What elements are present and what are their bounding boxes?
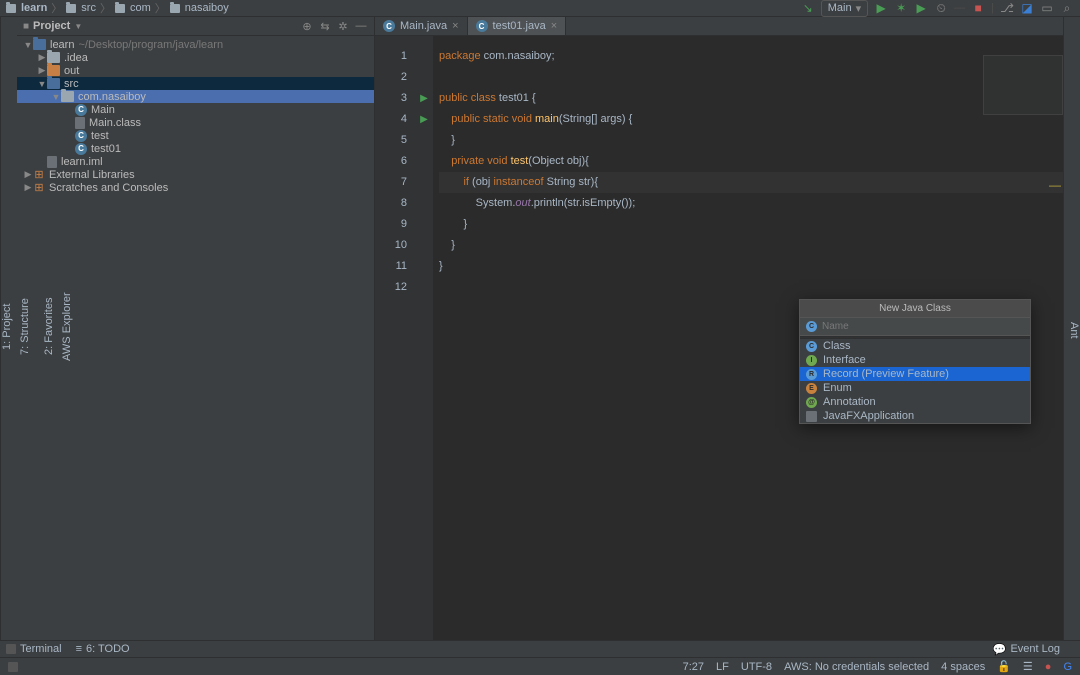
search-icon[interactable]: ⌕ — [1060, 1, 1074, 15]
class-icon: C — [806, 321, 817, 332]
run-coverage-icon[interactable]: ▶ — [914, 1, 928, 15]
popup-name-row: C — [800, 318, 1030, 336]
folder-icon — [170, 4, 180, 13]
editor-area: CMain.java×Ctest01.java× 123456789101112… — [375, 17, 1063, 640]
new-class-popup: New Java Class C CClassIInterfaceRRecord… — [799, 299, 1031, 424]
tool-ant[interactable]: Ant — [1068, 319, 1080, 342]
breadcrumb[interactable]: learn 〉 src 〉 com 〉 nasaiboy — [6, 0, 229, 16]
minimap[interactable] — [983, 55, 1063, 115]
file-encoding[interactable]: UTF-8 — [741, 661, 772, 673]
readonly-icon[interactable]: 🔓 — [997, 660, 1011, 673]
tool-aws[interactable]: AWS Explorer — [61, 289, 73, 364]
line-separator[interactable]: LF — [716, 661, 729, 673]
editor-tab[interactable]: CMain.java× — [375, 17, 468, 35]
run-config-label: Main — [828, 2, 852, 14]
editor-tab[interactable]: Ctest01.java× — [468, 17, 567, 35]
tree-node[interactable]: ⊞Scratches and Consoles — [17, 181, 374, 194]
tree-node[interactable]: Ctest01 — [17, 142, 374, 155]
select-opened-icon[interactable]: ⇆ — [318, 19, 332, 33]
todo-button[interactable]: ≡6: TODO — [76, 643, 130, 655]
tool-favorites[interactable]: 2: Favorites — [43, 295, 55, 358]
collapse-icon[interactable]: ⊕ — [300, 19, 314, 33]
tree-node[interactable]: ⊞External Libraries — [17, 168, 374, 181]
ide-icon[interactable]: ▭ — [1040, 1, 1054, 15]
profile-icon[interactable]: ⏲ — [934, 1, 948, 15]
tree-node[interactable]: out — [17, 64, 374, 77]
breadcrumb-item[interactable]: com — [130, 2, 151, 14]
close-tab-icon[interactable]: × — [452, 20, 458, 32]
folder-icon — [115, 4, 125, 13]
popup-kind-item[interactable]: @Annotation — [800, 395, 1030, 409]
navigation-bar: learn 〉 src 〉 com 〉 nasaiboy ↘ Main ▾ ▶ … — [0, 0, 1080, 17]
warning-icon[interactable]: — — [1049, 175, 1061, 196]
breadcrumb-root[interactable]: learn — [21, 2, 47, 14]
folder-icon — [6, 4, 16, 13]
left-tool-strip: 1: Project 7: Structure 2: Favorites AWS… — [0, 17, 17, 640]
breadcrumb-item[interactable]: src — [81, 2, 96, 14]
tree-node[interactable]: CMain — [17, 103, 374, 116]
settings-icon[interactable]: ✲ — [336, 19, 350, 33]
editor-tabs: CMain.java×Ctest01.java× — [375, 17, 1063, 36]
update-icon[interactable]: ◪ — [1020, 1, 1034, 15]
run-icon[interactable]: ▶ — [874, 1, 888, 15]
run-toolbar: ↘ Main ▾ ▶ ✶ ▶ ⏲ — ■ | ⎇ ◪ ▭ ⌕ — [801, 0, 1074, 17]
class-name-input[interactable] — [822, 321, 1024, 332]
close-tab-icon[interactable]: × — [551, 20, 557, 32]
popup-kind-item[interactable]: JavaFXApplication — [800, 409, 1030, 423]
right-tool-strip: Ant Database Word Book — [1063, 17, 1080, 640]
aws-status[interactable]: AWS: No credentials selected — [784, 661, 929, 673]
terminal-button[interactable]: Terminal — [6, 643, 62, 655]
google-icon[interactable]: G — [1063, 661, 1072, 673]
tool-structure[interactable]: 7: Structure — [19, 295, 31, 358]
popup-kind-item[interactable]: RRecord (Preview Feature) — [800, 367, 1030, 381]
tree-node[interactable]: learn.iml — [17, 155, 374, 168]
tree-node[interactable]: src — [17, 77, 374, 90]
breadcrumb-item[interactable]: nasaiboy — [185, 2, 229, 14]
line-numbers: 123456789101112 — [375, 36, 415, 640]
popup-kind-item[interactable]: CClass — [800, 339, 1030, 353]
tree-node[interactable]: learn~/Desktop/program/java/learn — [17, 38, 374, 51]
git-icon[interactable]: ⎇ — [1000, 1, 1014, 15]
tree-node[interactable]: .idea — [17, 51, 374, 64]
caret-position[interactable]: 7:27 — [683, 661, 704, 673]
popup-kind-item[interactable]: EEnum — [800, 381, 1030, 395]
stop-icon[interactable]: ■ — [971, 1, 985, 15]
tool-project[interactable]: 1: Project — [1, 300, 13, 352]
memory-icon[interactable]: ☰ — [1023, 660, 1033, 673]
notification-icon[interactable]: ● — [1045, 661, 1052, 673]
indent-status[interactable]: 4 spaces — [941, 661, 985, 673]
folder-icon — [66, 4, 76, 13]
tree-node[interactable]: Ctest — [17, 129, 374, 142]
popup-kind-list[interactable]: CClassIInterfaceRRecord (Preview Feature… — [800, 339, 1030, 423]
popup-kind-item[interactable]: IInterface — [800, 353, 1030, 367]
run-config-selector[interactable]: Main ▾ — [821, 0, 868, 17]
gutter[interactable]: ▶▶ — [415, 36, 433, 640]
error-stripe[interactable]: — — [1053, 55, 1063, 640]
hide-icon[interactable]: — — [354, 19, 368, 33]
tree-node[interactable]: Main.class — [17, 116, 374, 129]
debug-icon[interactable]: ✶ — [894, 1, 908, 15]
popup-title: New Java Class — [800, 300, 1030, 318]
status-toggle[interactable] — [8, 662, 18, 672]
eventlog-button[interactable]: 💬Event Log — [993, 643, 1060, 656]
build-icon[interactable]: ↘ — [801, 1, 815, 15]
bottom-toolbar: Terminal ≡6: TODO 💬Event Log — [0, 640, 1080, 657]
sidebar-header: ■ Project ▼ ⊕ ⇆ ✲ — — [17, 17, 374, 36]
status-bar: 7:27 LF UTF-8 AWS: No credentials select… — [0, 657, 1080, 675]
sidebar-title: Project — [33, 20, 70, 32]
tree-node[interactable]: com.nasaiboy — [17, 90, 374, 103]
